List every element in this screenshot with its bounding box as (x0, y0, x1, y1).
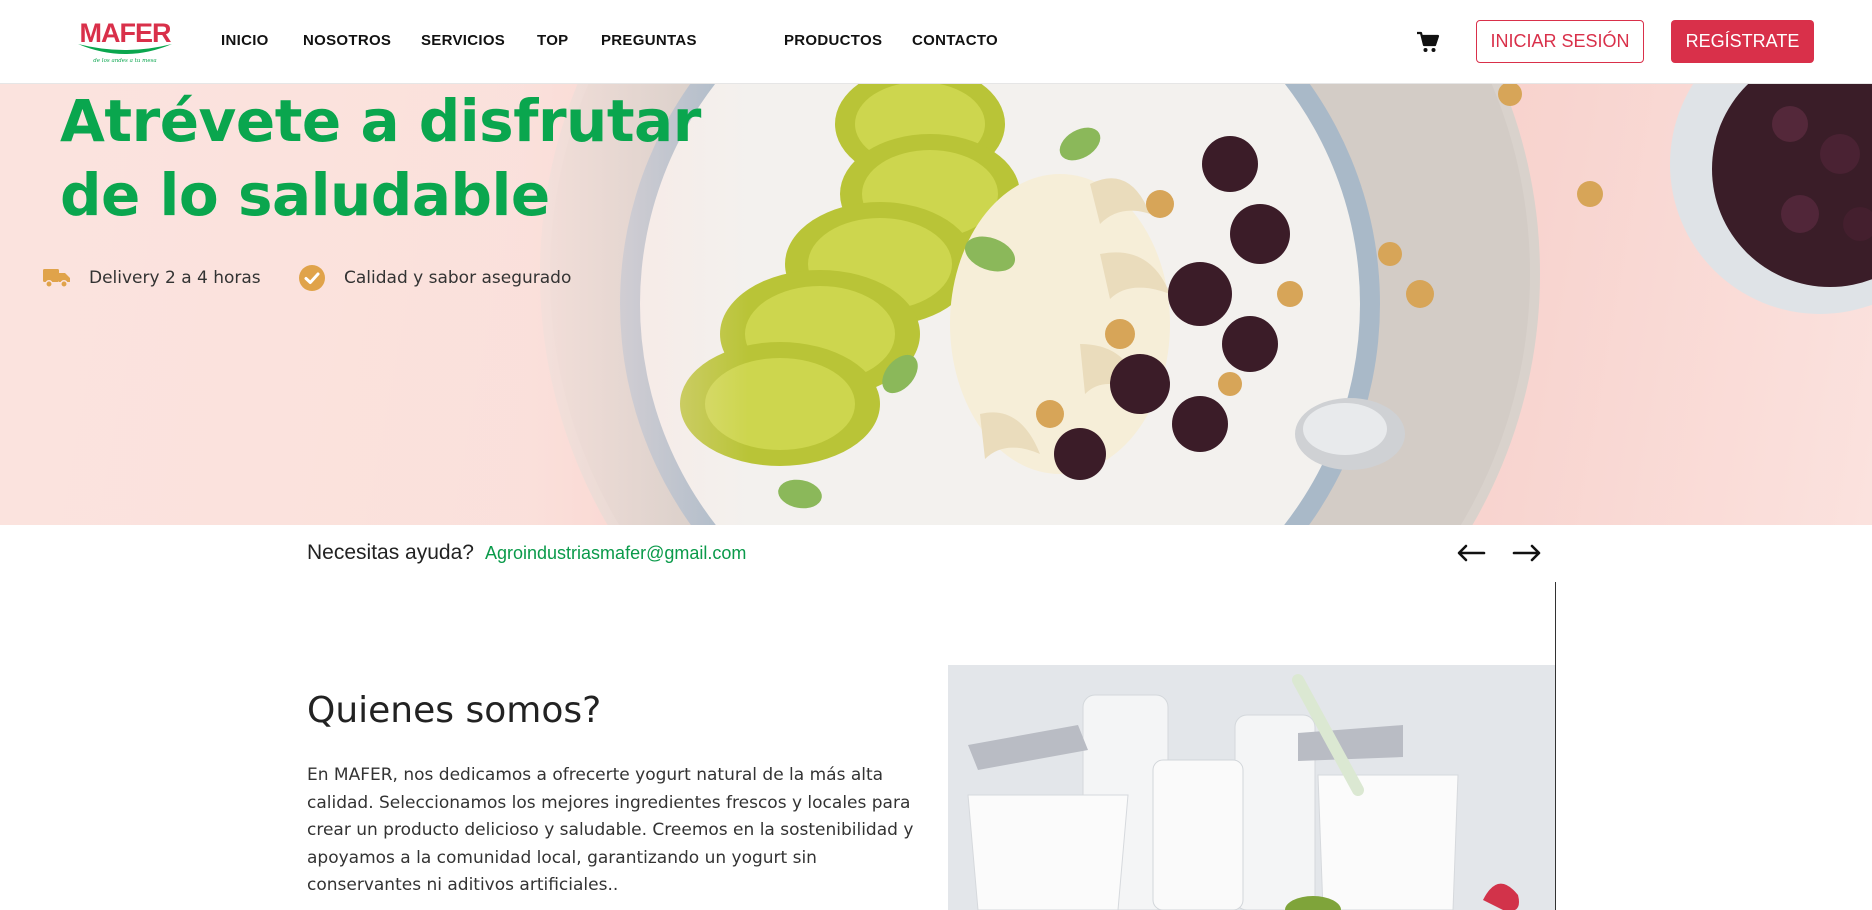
nav-link-inicio[interactable]: INICIO (221, 32, 269, 49)
login-button[interactable]: INICIAR SESIÓN (1476, 20, 1644, 63)
nav-link-nosotros[interactable]: NOSOTROS (303, 32, 391, 49)
feature-delivery: Delivery 2 a 4 horas (43, 264, 261, 292)
nav-link-contacto[interactable]: CONTACTO (912, 32, 998, 49)
navbar: MAFER de los andes a tu mesa INICIO NOSO… (0, 0, 1872, 84)
nav-link-productos[interactable]: PRODUCTOS (784, 32, 882, 49)
arrow-left-icon[interactable] (1456, 541, 1486, 565)
feature-quality-label: Calidad y sabor asegurado (344, 268, 572, 288)
about-title: Quienes somos? (307, 690, 602, 731)
help-email-link[interactable]: Agroindustriasmafer@gmail.com (485, 543, 746, 564)
register-button[interactable]: REGÍSTRATE (1671, 20, 1814, 63)
feature-quality: Calidad y sabor asegurado (298, 264, 571, 292)
shopping-cart-icon[interactable] (1416, 30, 1440, 54)
feature-delivery-label: Delivery 2 a 4 horas (89, 268, 261, 288)
hero-banner: Atrévete a disfrutar de lo saludable Del… (0, 84, 1872, 525)
svg-text:MAFER: MAFER (80, 18, 171, 48)
arrow-right-icon[interactable] (1512, 541, 1542, 565)
check-circle-icon (298, 264, 326, 292)
hero-title-line2: de lo saludable (60, 161, 550, 229)
nav-link-top[interactable]: TOP (537, 32, 568, 49)
about-text: En MAFER, nos dedicamos a ofrecerte yogu… (307, 765, 914, 895)
help-label: Necesitas ayuda? (307, 541, 474, 564)
svg-text:de los andes a tu mesa: de los andes a tu mesa (93, 58, 156, 64)
mafer-logo[interactable]: MAFER de los andes a tu mesa (72, 16, 178, 66)
hero-title: Atrévete a disfrutar de lo saludable (60, 84, 760, 232)
hero-title-line1: Atrévete a disfrutar (60, 87, 701, 155)
yogurt-products-image (948, 665, 1555, 910)
truck-icon (43, 264, 71, 292)
nav-link-servicios[interactable]: SERVICIOS (421, 32, 505, 49)
divider-line (1555, 582, 1556, 910)
nav-link-preguntas[interactable]: PREGUNTAS (601, 32, 697, 49)
